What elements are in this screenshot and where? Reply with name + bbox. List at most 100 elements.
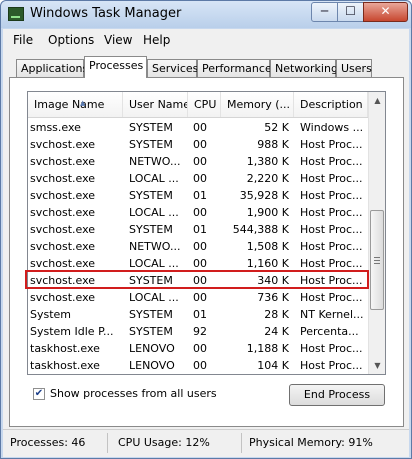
cell-description: Host Proc... (300, 342, 363, 355)
show-all-users-checkbox[interactable]: ✔ (33, 388, 45, 400)
menu-file[interactable]: File (13, 33, 33, 47)
tab-performance[interactable]: Performance (197, 59, 272, 77)
status-processes: Processes: 46 (10, 436, 86, 449)
cell-cpu: 00 (193, 240, 207, 253)
cell-user-name: SYSTEM (129, 189, 173, 202)
table-row[interactable]: svchost.exe SYSTEM 01 35,928 K Host Proc... (28, 187, 368, 204)
status-separator (241, 433, 242, 453)
cell-image-name: System (30, 308, 72, 321)
end-process-button[interactable]: End Process (289, 384, 385, 406)
column-image-name[interactable]: ▲ Image Name (28, 92, 123, 117)
close-button[interactable]: ✕ (363, 2, 408, 22)
status-memory: Physical Memory: 91% (249, 436, 373, 449)
table-row[interactable]: svchost.exe NETWO... 00 1,380 K Host Proc... (28, 153, 368, 170)
cell-user-name: SYSTEM (129, 308, 173, 321)
menu-options[interactable]: Options (48, 33, 94, 47)
tab-services[interactable]: Services (147, 59, 198, 77)
cell-cpu: 01 (193, 189, 207, 202)
cell-user-name: NETWO... (129, 155, 181, 168)
menu-bar: File Options View Help (3, 29, 409, 51)
cell-description: Percenta... (300, 325, 359, 338)
cell-memory: 1,380 K (246, 155, 289, 168)
tab-users[interactable]: Users (336, 59, 372, 77)
column-memory[interactable]: Memory (... (221, 92, 294, 117)
cell-user-name: LOCAL ... (129, 206, 179, 219)
cell-image-name: taskhost.exe (30, 342, 100, 355)
title-bar[interactable]: Windows Task Manager ─ ☐ ✕ (1, 1, 411, 28)
tab-networking[interactable]: Networking (270, 59, 338, 77)
cell-memory: 2,220 K (246, 172, 289, 185)
cell-user-name: NETWO... (129, 240, 181, 253)
table-row[interactable]: System SYSTEM 01 28 K NT Kernel... (28, 306, 368, 323)
menu-help[interactable]: Help (143, 33, 170, 47)
table-row[interactable]: taskhost.exe LENOVO 00 104 K Host Proc... (28, 357, 368, 374)
cell-cpu: 00 (193, 291, 207, 304)
scroll-up-arrow-icon[interactable]: ▲ (369, 92, 385, 109)
cell-image-name: taskhost.exe (30, 359, 100, 372)
table-row[interactable]: svchost.exe SYSTEM 01 544,388 K Host Proc... (28, 221, 368, 238)
menu-view[interactable]: View (104, 33, 132, 47)
task-manager-window: Windows Task Manager ─ ☐ ✕ File Options … (0, 0, 412, 459)
cell-cpu: 00 (193, 172, 207, 185)
grip-line (374, 260, 380, 261)
cell-image-name: svchost.exe (30, 240, 96, 253)
cell-image-name: svchost.exe (30, 138, 96, 151)
process-list[interactable]: ▲ Image Name User Name CPU Memory (... D… (27, 91, 386, 375)
table-row[interactable]: svchost.exe LOCAL ... 00 2,220 K Host Proc..… (28, 170, 368, 187)
cell-memory: 1,188 K (246, 342, 289, 355)
cell-cpu: 00 (193, 138, 207, 151)
cell-memory: 35,928 K (239, 189, 289, 202)
scrollbar-thumb[interactable] (370, 210, 384, 310)
cell-cpu: 00 (193, 359, 207, 372)
grip-line (374, 263, 380, 264)
cell-image-name: System Idle P... (30, 325, 114, 338)
cell-description: Host Proc... (300, 172, 363, 185)
cell-image-name: svchost.exe (30, 172, 96, 185)
tab-applications[interactable]: Applications (16, 59, 88, 77)
cell-image-name: svchost.exe (30, 155, 96, 168)
cell-image-name: svchost.exe (30, 291, 96, 304)
cell-memory: 1,508 K (246, 240, 289, 253)
cell-memory: 736 K (257, 291, 289, 304)
tab-processes[interactable]: Processes (84, 56, 147, 78)
cell-image-name: svchost.exe (30, 223, 96, 236)
cell-memory: 52 K (264, 121, 289, 134)
table-row[interactable]: smss.exe SYSTEM 00 52 K Windows ... (28, 119, 368, 136)
column-header-row: ▲ Image Name User Name CPU Memory (... D… (28, 92, 368, 118)
table-row[interactable]: svchost.exe LOCAL ... 00 736 K Host Proc... (28, 289, 368, 306)
show-all-users-label[interactable]: Show processes from all users (50, 387, 217, 400)
status-separator (107, 433, 108, 453)
sort-ascending-icon: ▲ (80, 99, 86, 107)
maximize-button[interactable]: ☐ (337, 2, 364, 22)
cell-description: Host Proc... (300, 189, 363, 202)
table-row[interactable]: svchost.exe LOCAL ... 00 1,900 K Host Proc..… (28, 204, 368, 221)
cell-description: Host Proc... (300, 359, 363, 372)
table-row[interactable]: svchost.exe NETWO... 00 1,508 K Host Proc... (28, 238, 368, 255)
table-row[interactable]: taskhost.exe LENOVO 00 1,188 K Host Proc... (28, 340, 368, 357)
cell-description: Windows ... (300, 121, 364, 134)
main-content: Applications Processes Services Performa… (3, 51, 409, 429)
table-row[interactable]: svchost.exe SYSTEM 00 988 K Host Proc... (28, 136, 368, 153)
cell-memory: 1,900 K (246, 206, 289, 219)
cell-cpu: 00 (193, 342, 207, 355)
table-row[interactable]: System Idle P... SYSTEM 92 24 K Percenta... (28, 323, 368, 340)
grip-line (374, 257, 380, 258)
vertical-scrollbar[interactable]: ▲ ▼ (368, 92, 385, 374)
cell-image-name: svchost.exe (30, 206, 96, 219)
scroll-down-arrow-icon[interactable]: ▼ (369, 357, 385, 374)
cell-user-name: SYSTEM (129, 325, 173, 338)
status-bar: Processes: 46 CPU Usage: 12% Physical Me… (3, 429, 409, 457)
cell-user-name: LOCAL ... (129, 291, 179, 304)
task-manager-icon (8, 7, 24, 21)
cell-description: Host Proc... (300, 206, 363, 219)
cell-user-name: SYSTEM (129, 138, 173, 151)
cell-memory: 544,388 K (232, 223, 289, 236)
cell-description: Host Proc... (300, 240, 363, 253)
minimize-button[interactable]: ─ (311, 2, 338, 22)
column-description[interactable]: Description (294, 92, 368, 117)
cell-cpu: 01 (193, 223, 207, 236)
column-user-name[interactable]: User Name (123, 92, 188, 117)
status-cpu: CPU Usage: 12% (118, 436, 210, 449)
cell-description: NT Kernel... (300, 308, 364, 321)
column-cpu[interactable]: CPU (188, 92, 221, 117)
